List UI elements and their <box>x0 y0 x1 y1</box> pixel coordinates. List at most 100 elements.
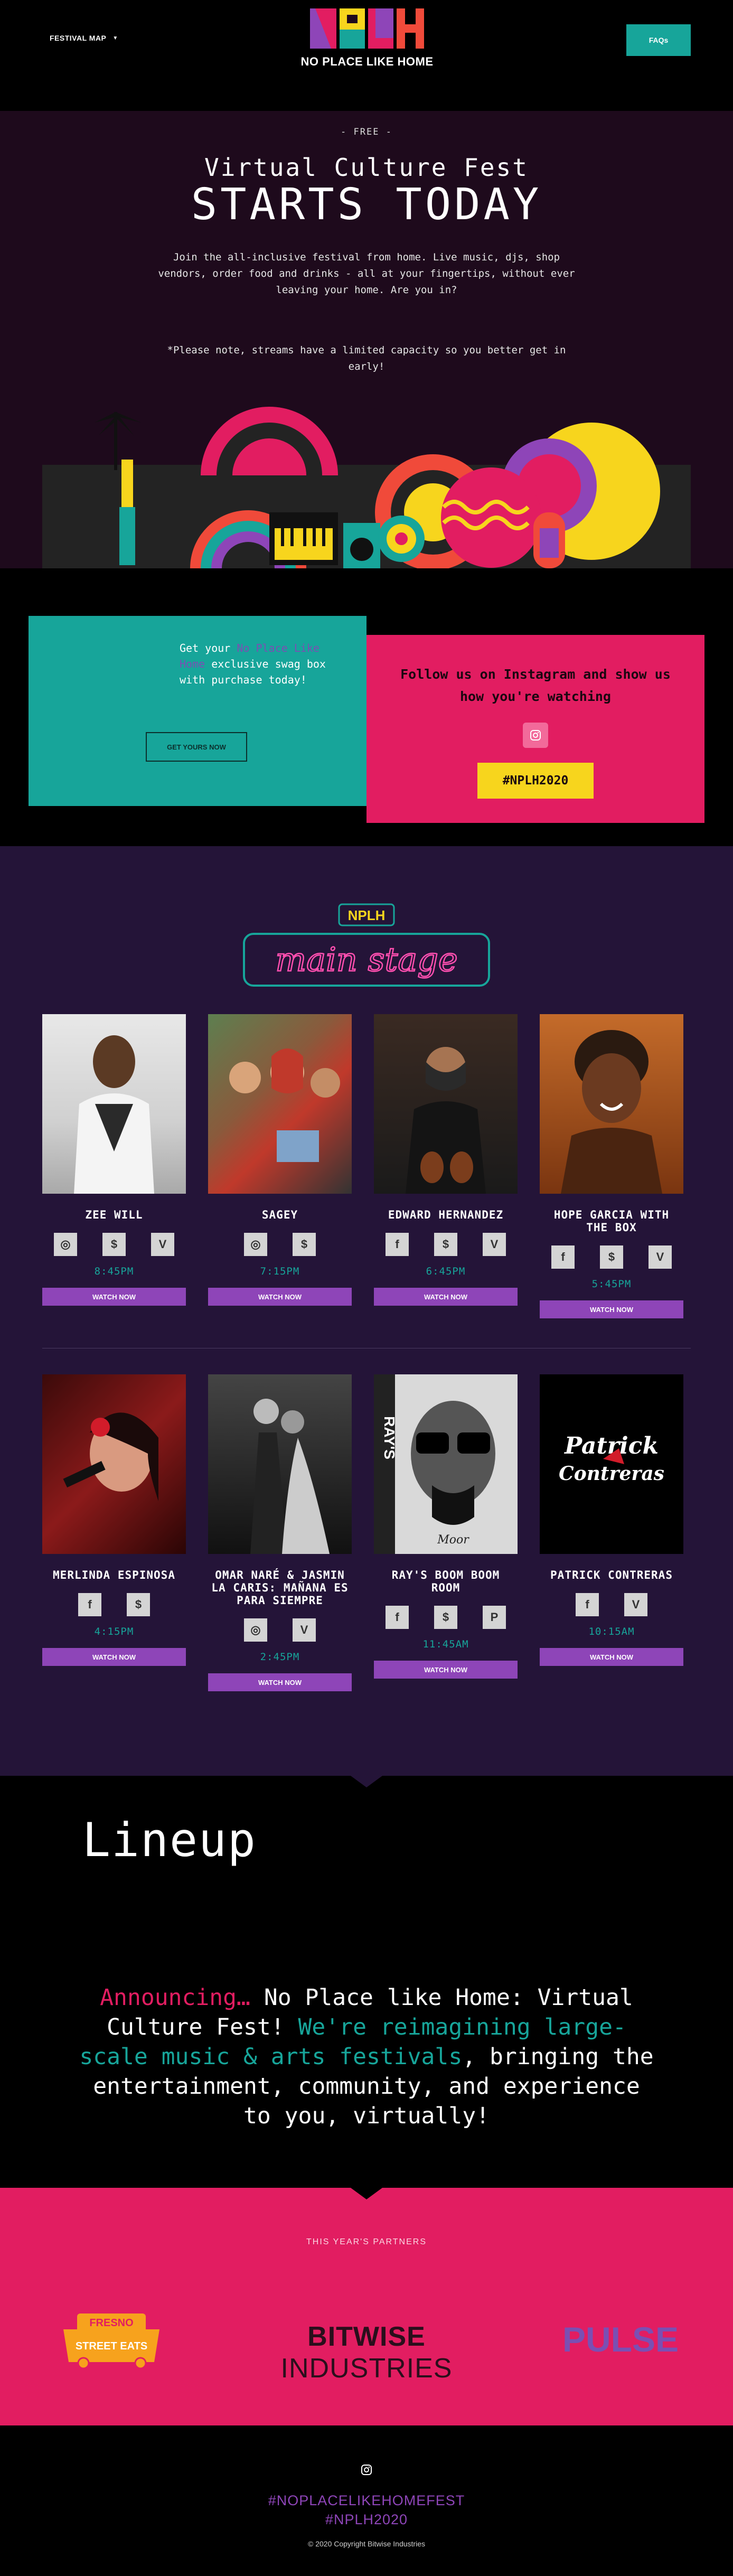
artist-card: HOPE GARCIA WITH THE BOX f $ V 5:45PM WATCH N… <box>540 1014 683 1318</box>
watch-now-button[interactable]: WATCH NOW <box>374 1661 518 1679</box>
artist-photo: Patrick Contreras <box>540 1374 683 1554</box>
facebook-icon[interactable]: f <box>78 1593 101 1616</box>
paypal-icon[interactable]: P <box>483 1606 506 1629</box>
artist-photo <box>42 1014 186 1194</box>
artist-card: OMAR NARÉ & JASMIN LA CARIS: MAÑANA ES P… <box>208 1374 352 1691</box>
instagram-panel: Follow us on Instagram and show us how y… <box>366 635 704 823</box>
facebook-icon[interactable]: f <box>576 1593 599 1616</box>
hero-title: Virtual Culture Fest <box>204 153 529 182</box>
lineup-title: Lineup <box>82 1813 257 1867</box>
artist-name: MERLINDA ESPINOSA <box>53 1569 175 1581</box>
watch-now-button[interactable]: WATCH NOW <box>208 1288 352 1306</box>
festival-illustration <box>42 407 691 568</box>
chevron-down-icon: ▼ <box>112 35 118 41</box>
svg-text:RAY'S: RAY'S <box>381 1416 398 1459</box>
artist-time: 6:45PM <box>426 1266 466 1277</box>
fresno-top-text: FRESNO <box>89 2317 133 2329</box>
festival-map-label: FESTIVAL MAP <box>50 34 107 42</box>
swag-box-panel: Get your No Place Like Home exclusive sw… <box>29 616 366 806</box>
artist-card: Patrick Contreras PATRICK CONTRERAS f V 10:15… <box>540 1374 683 1666</box>
partners-section: THIS YEAR'S PARTNERS FRESNO STREET EATS … <box>0 2188 733 2425</box>
cash-app-icon[interactable]: $ <box>434 1233 457 1256</box>
fresno-street-eats-logo[interactable]: FRESNO STREET EATS <box>56 2303 167 2368</box>
artist-name: HOPE GARCIA WITH THE BOX <box>553 1209 670 1234</box>
artist-social-icons: f $ <box>42 1593 186 1616</box>
artist-time: 7:15PM <box>260 1266 300 1277</box>
artist-name: SAGEY <box>261 1209 298 1221</box>
instagram-icon[interactable]: ◎ <box>54 1233 77 1256</box>
watch-now-button[interactable]: WATCH NOW <box>374 1288 518 1306</box>
partners-title: THIS YEAR'S PARTNERS <box>306 2237 427 2246</box>
cash-app-icon[interactable]: $ <box>434 1606 457 1629</box>
artist-photo <box>208 1014 352 1194</box>
svg-text:Moor: Moor <box>437 1533 469 1547</box>
faq-button[interactable]: FAQs <box>626 24 691 56</box>
artist-time: 11:45AM <box>422 1638 469 1650</box>
venmo-icon[interactable]: V <box>649 1245 672 1269</box>
venmo-icon[interactable]: V <box>151 1233 174 1256</box>
main-stage-neon-sign: NPLH main stage <box>243 903 490 987</box>
artist-photo: RAY'S Moor <box>374 1374 518 1554</box>
artist-social-icons: f $ V <box>540 1245 683 1269</box>
hashtag-badge: #NPLH2020 <box>477 763 594 799</box>
artist-name: RAY'S BOOM BOOM ROOM <box>391 1569 500 1594</box>
cash-app-icon[interactable]: $ <box>600 1245 623 1269</box>
svg-text:Contreras: Contreras <box>559 1463 664 1485</box>
hero-subtitle: STARTS TODAY <box>191 180 542 230</box>
instagram-icon[interactable]: ◎ <box>244 1618 267 1642</box>
artist-card: ZEE WILL ◎ $ V 8:45PM WATCH NOW <box>42 1014 186 1306</box>
artist-social-icons: f $ P <box>374 1606 518 1629</box>
footer-hashtag-2[interactable]: #NPLH2020 <box>0 2510 733 2529</box>
footer-instagram-icon[interactable] <box>357 2460 376 2479</box>
site-header: FESTIVAL MAP ▼ NO PLACE LIKE HOME FAQs <box>0 0 733 111</box>
artist-time: 8:45PM <box>94 1266 134 1277</box>
watch-now-button[interactable]: WATCH NOW <box>42 1648 186 1666</box>
lineup-announcement: Announcing… No Place like Home: Virtual … <box>76 1983 657 2131</box>
footer-hashtag-1[interactable]: #NOPLACELIKEHOMEFEST <box>0 2491 733 2510</box>
artist-name: OMAR NARÉ & JASMIN LA CARIS: MAÑANA ES P… <box>211 1569 349 1607</box>
facebook-icon[interactable]: f <box>386 1606 409 1629</box>
free-label: - FREE - <box>341 127 392 137</box>
hero-section: - FREE - Virtual Culture Fest STARTS TOD… <box>0 111 733 568</box>
artist-social-icons: ◎ $ <box>208 1233 352 1256</box>
bitwise-industries-logo[interactable]: BITWISE INDUSTRIES <box>234 2321 499 2384</box>
cash-app-icon[interactable]: $ <box>127 1593 150 1616</box>
get-yours-now-button[interactable]: GET YOURS NOW <box>146 732 247 762</box>
artist-card: MERLINDA ESPINOSA f $4:15PM WATCH NOW <box>42 1374 186 1666</box>
facebook-icon[interactable]: f <box>551 1245 575 1269</box>
bitwise-bold: BITWISE <box>307 2321 426 2352</box>
venmo-icon[interactable]: V <box>624 1593 647 1616</box>
hero-intro: Join the all-inclusive festival from hom… <box>158 251 575 296</box>
venmo-icon[interactable]: V <box>483 1233 506 1256</box>
pulse-logo[interactable]: PULSE <box>544 2321 697 2357</box>
artist-social-icons: ◎ $ V <box>42 1233 186 1256</box>
cash-app-icon[interactable]: $ <box>293 1233 316 1256</box>
logo-tagline: NO PLACE LIKE HOME <box>300 55 434 68</box>
instagram-icon[interactable] <box>523 723 548 748</box>
watch-now-button[interactable]: WATCH NOW <box>42 1288 186 1306</box>
watch-now-button[interactable]: WATCH NOW <box>540 1300 683 1318</box>
site-logo[interactable]: NO PLACE LIKE HOME <box>286 8 448 69</box>
footer-hashtags: #NOPLACELIKEHOMEFEST #NPLH2020 <box>0 2491 733 2529</box>
cash-app-icon[interactable]: $ <box>102 1233 126 1256</box>
artist-name: EDWARD HERNANDEZ <box>388 1209 504 1221</box>
section-notch <box>351 1776 382 1787</box>
watch-now-button[interactable]: WATCH NOW <box>208 1673 352 1691</box>
artist-photo <box>42 1374 186 1554</box>
watch-now-button[interactable]: WATCH NOW <box>540 1648 683 1666</box>
instagram-icon[interactable]: ◎ <box>244 1233 267 1256</box>
venmo-icon[interactable]: V <box>293 1618 316 1642</box>
artist-social-icons: fV <box>540 1593 683 1616</box>
festival-map-dropdown[interactable]: FESTIVAL MAP ▼ <box>50 34 118 42</box>
main-stage-section: NPLH main stage ZEE WILL ◎ $ V 8:45PM WATCH N… <box>0 846 733 1776</box>
artist-social-icons: f $ V <box>374 1233 518 1256</box>
artist-social-icons: ◎ V <box>208 1618 352 1642</box>
facebook-icon[interactable]: f <box>386 1233 409 1256</box>
artist-card: EDWARD HERNANDEZ f $ V 6:45PM WATCH NOW <box>374 1014 518 1306</box>
nplh-logo-mark <box>310 8 424 49</box>
swag-text-pre: Get your <box>180 642 237 654</box>
section-notch <box>351 2188 382 2199</box>
artist-photo <box>540 1014 683 1194</box>
site-footer: #NOPLACELIKEHOMEFEST #NPLH2020 © 2020 Co… <box>0 2425 733 2576</box>
announce-red: Announcing… <box>100 1984 250 2011</box>
